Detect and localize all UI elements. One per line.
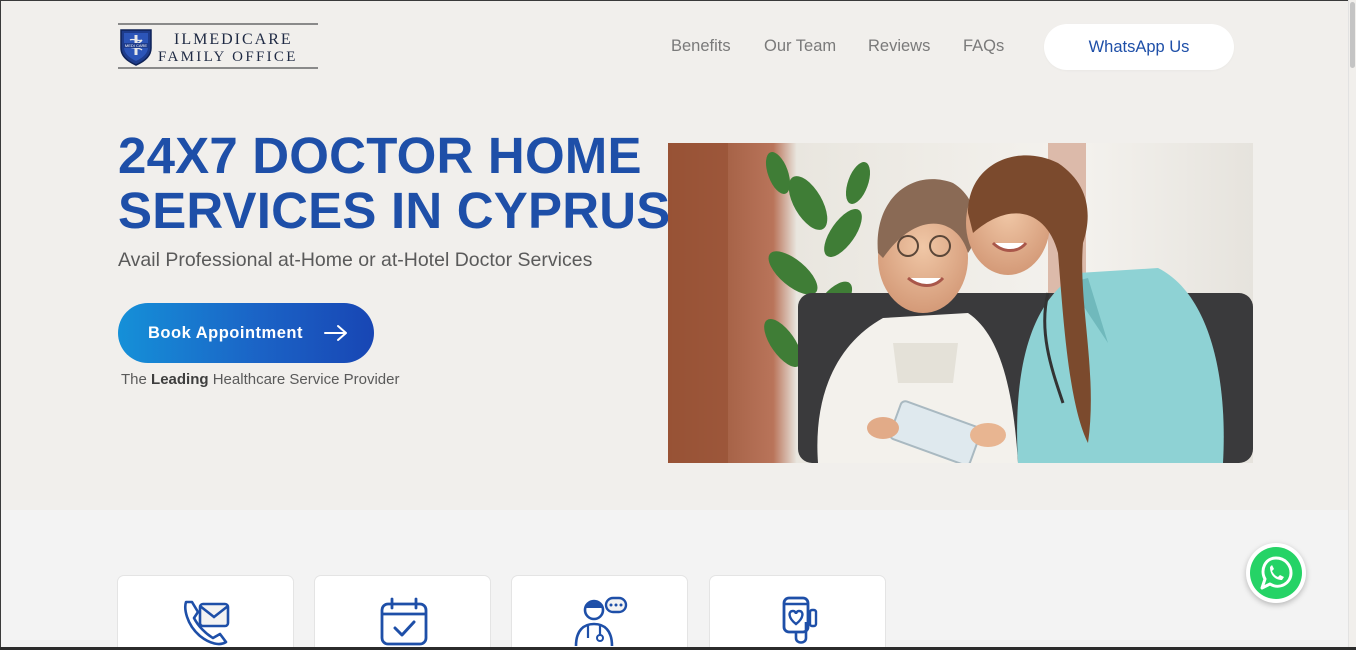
service-card-appointment[interactable] (314, 575, 491, 650)
calendar-check-icon (380, 597, 428, 646)
whatsapp-us-button[interactable]: WhatsApp Us (1044, 24, 1234, 70)
whatsapp-icon (1250, 547, 1302, 599)
service-card-doctor[interactable] (511, 575, 688, 650)
nurse-with-elderly-woman-photo (668, 143, 1253, 463)
logo-rule-bottom (118, 67, 318, 69)
phone-email-icon (184, 600, 230, 646)
doctor-chat-icon (574, 596, 628, 647)
page-title: 24X7 DOCTOR HOME SERVICES IN CYPRUS (118, 128, 678, 238)
service-card-contact[interactable] (117, 575, 294, 650)
page-title-line1: 24X7 DOCTOR HOME (118, 127, 642, 184)
brand-name-line1: ILMEDICARE (174, 31, 293, 48)
iv-drip-heart-icon (782, 596, 818, 644)
book-appointment-button[interactable]: Book Appointment (118, 303, 374, 363)
brand-logo[interactable]: MEDI CARE ILMEDICARE FAMILY OFFICE (118, 23, 318, 70)
nav-link-faqs[interactable]: FAQs (963, 37, 1004, 56)
window-left-border (0, 0, 1, 650)
nav-link-reviews[interactable]: Reviews (868, 37, 930, 56)
logo-rule-top (118, 23, 318, 25)
page-title-line2: SERVICES IN CYPRUS (118, 182, 671, 239)
nav-link-our-team[interactable]: Our Team (764, 37, 836, 56)
whatsapp-floating-button[interactable] (1246, 543, 1306, 603)
hero-subtitle: Avail Professional at-Home or at-Hotel D… (118, 249, 593, 271)
tagline-bold: Leading (151, 371, 209, 388)
brand-name-line2: FAMILY OFFICE (158, 49, 298, 65)
book-appointment-label: Book Appointment (148, 323, 303, 342)
scrollbar-thumb[interactable] (1350, 2, 1355, 68)
logo-emblem-text: MEDI CARE (125, 43, 148, 48)
tagline-prefix: The (121, 371, 147, 388)
window-top-border (0, 0, 1356, 1)
arrow-right-icon (324, 325, 347, 341)
hero-tagline: The Leading Healthcare Service Provider (121, 371, 399, 388)
nav-link-benefits[interactable]: Benefits (671, 37, 731, 56)
medical-shield-icon: MEDI CARE (120, 29, 152, 66)
service-card-iv-therapy[interactable] (709, 575, 886, 650)
page-scrollbar[interactable] (1348, 0, 1356, 650)
tagline-suffix: Healthcare Service Provider (212, 371, 400, 388)
